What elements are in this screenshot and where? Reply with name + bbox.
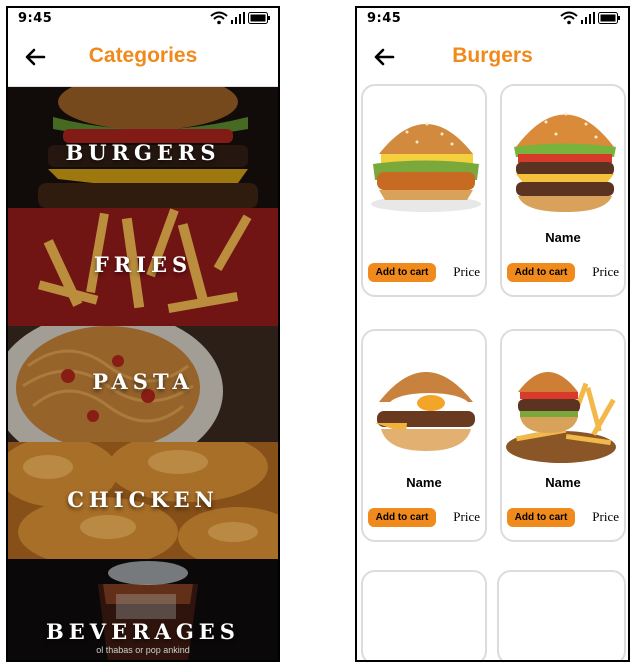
status-icons [210, 11, 270, 25]
product-price: Price [453, 509, 480, 524]
product-card[interactable] [361, 570, 487, 660]
product-image [506, 372, 616, 463]
category-label: CHICKEN [67, 487, 219, 512]
product-image [375, 372, 475, 451]
category-fries[interactable]: FRIES [8, 208, 278, 326]
status-time: 9:45 [18, 11, 53, 26]
product-image [514, 112, 616, 212]
add-to-cart-button[interactable]: Add to cart [368, 508, 436, 527]
category-pasta[interactable]: PASTA [8, 326, 278, 442]
burgers-screen: 9:45 Burgers Add to cart Price Name Add … [355, 6, 630, 662]
category-label: BURGERS [65, 140, 221, 165]
product-image [371, 122, 481, 212]
category-label: FRIES [93, 252, 193, 277]
status-time: 9:45 [367, 11, 402, 26]
signal-icon [231, 12, 245, 24]
category-label: BEVERAGES [46, 619, 240, 644]
product-name: Name [545, 230, 581, 245]
category-label: PASTA [92, 369, 194, 394]
category-beverages[interactable]: BEVERAGES ol thabas or pop ankind [8, 559, 278, 660]
add-to-cart-button[interactable]: Add to cart [368, 263, 436, 282]
product-name: Name [545, 475, 581, 490]
product-price: Price [592, 509, 619, 524]
status-bar: 9:45 [357, 8, 628, 32]
add-to-cart-button[interactable]: Add to cart [507, 508, 575, 527]
signal-icon [581, 12, 595, 24]
product-name: Name [406, 475, 442, 490]
status-icons [560, 11, 620, 25]
overlay-small-text: ol thabas or pop ankind [96, 645, 190, 655]
status-bar: 9:45 [8, 8, 278, 32]
add-to-cart-button[interactable]: Add to cart [507, 263, 575, 282]
product-card[interactable]: Name Add to cart Price [500, 84, 626, 297]
battery-icon [598, 12, 620, 24]
product-card[interactable]: Name Add to cart Price [361, 329, 487, 542]
battery-icon [248, 12, 270, 24]
product-price: Price [592, 264, 619, 279]
category-burgers[interactable]: BURGERS [8, 87, 278, 208]
product-card[interactable]: Name Add to cart Price [500, 329, 626, 542]
category-chicken[interactable]: CHICKEN [8, 442, 278, 559]
product-price: Price [453, 264, 480, 279]
product-card[interactable]: Add to cart Price [361, 84, 487, 297]
wifi-icon [560, 11, 578, 25]
page-title: Categories [88, 44, 198, 67]
app-header: Burgers [357, 32, 628, 86]
categories-screen: 9:45 Categories BURGERS FRIES PASTA CHIC… [6, 6, 280, 662]
product-card[interactable] [497, 570, 626, 660]
wifi-icon [210, 11, 228, 25]
page-title: Burgers [452, 44, 533, 67]
app-header: Categories [8, 32, 278, 87]
